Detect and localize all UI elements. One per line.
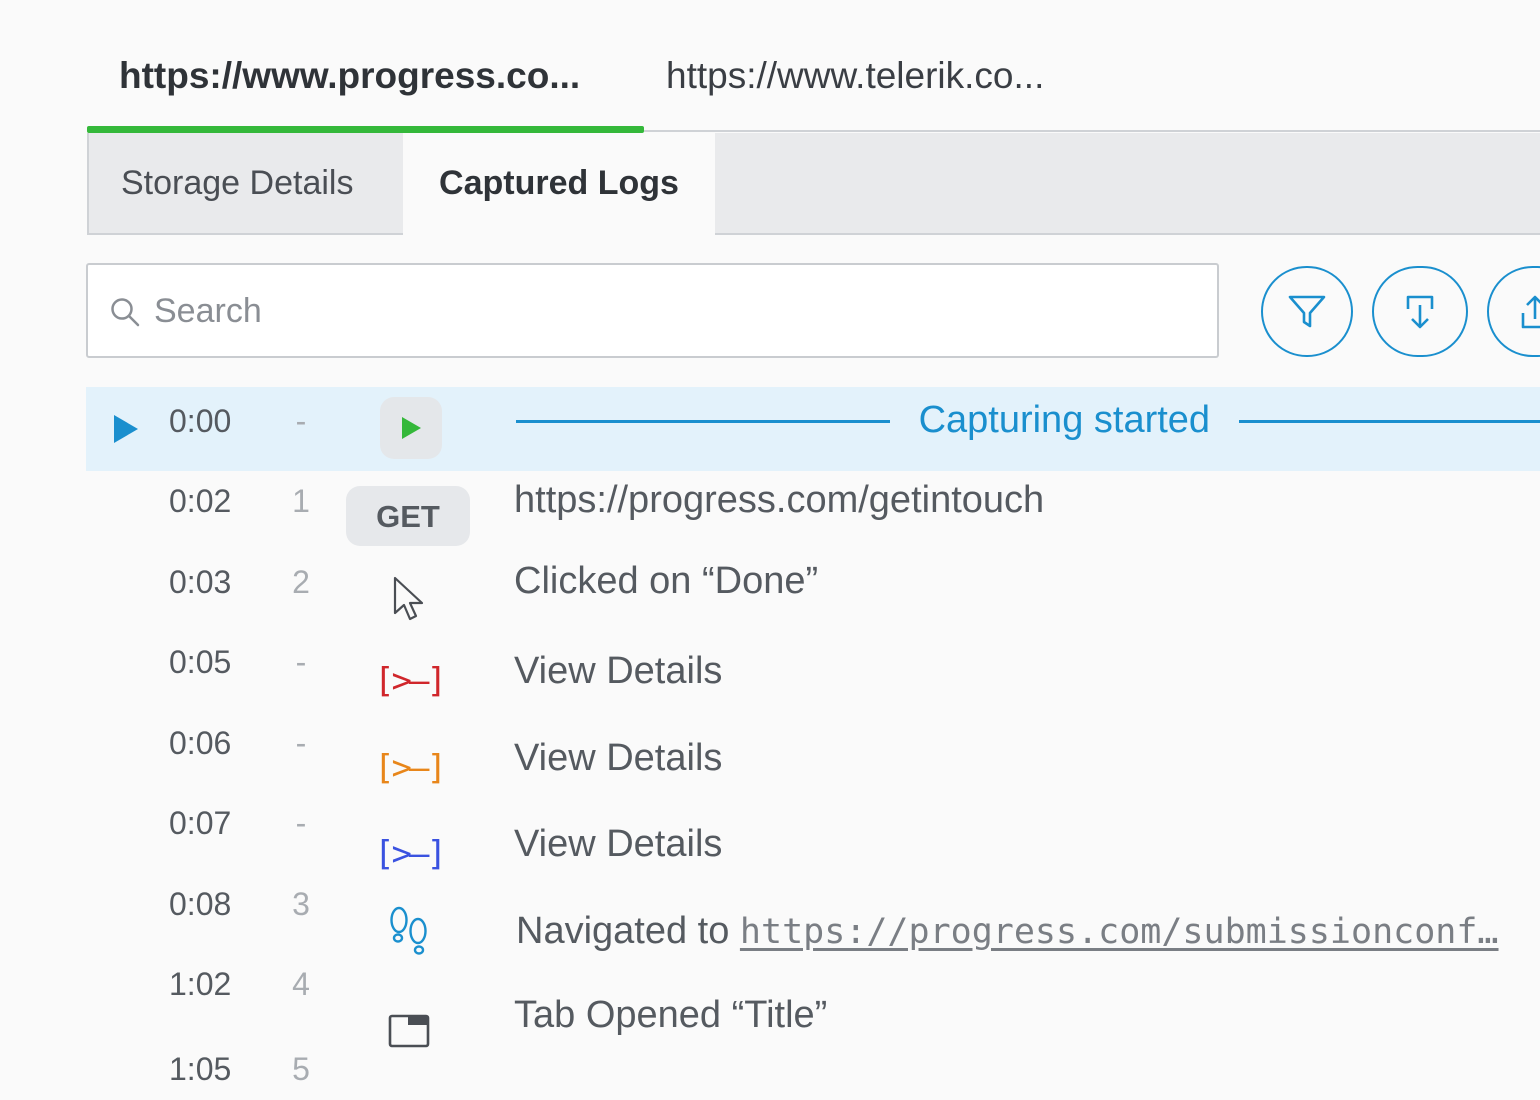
log-text: Navigated to — [516, 910, 740, 952]
log-text: Capturing started — [918, 399, 1211, 441]
log-row[interactable]: 0:03 2 Clicked on “Done” — [86, 548, 1540, 632]
log-time: 0:05 — [169, 644, 232, 680]
navigated-url-link[interactable]: https://progress.com/submissionconf… — [740, 912, 1499, 952]
log-text: View Details — [514, 823, 723, 865]
active-tab-indicator — [87, 126, 644, 133]
get-method-badge: GET — [346, 486, 470, 546]
divider-line-left — [516, 420, 890, 424]
log-step: - — [295, 725, 307, 761]
log-time: 0:07 — [169, 805, 232, 841]
log-step: - — [295, 403, 307, 439]
log-time: 0:00 — [169, 403, 232, 439]
divider-line-right — [1238, 420, 1540, 424]
log-icon-cell: GET — [346, 485, 470, 547]
log-text: Clicked on “Done” — [514, 560, 819, 602]
log-step: 4 — [292, 966, 310, 1002]
search-box[interactable] — [86, 263, 1219, 358]
panel-tabs: Storage Details Captured Logs — [87, 133, 1540, 235]
search-icon — [111, 298, 140, 327]
log-time: 0:02 — [169, 483, 232, 519]
log-icon-cell: [>–] — [374, 650, 447, 712]
log-step: 1 — [292, 483, 310, 519]
download-icon — [1406, 295, 1434, 328]
console-icon-red: [>–] — [374, 661, 447, 701]
navigation-log-text: Navigated to https://progress.com/submis… — [516, 910, 1499, 953]
console-icon-blue: [>–] — [374, 834, 447, 874]
log-row[interactable]: 0:07 - [>–] View Details — [86, 789, 1540, 874]
browser-tab-progress[interactable]: https://www.progress.co... — [119, 48, 580, 108]
log-row[interactable]: 0:05 - [>–] View Details — [86, 628, 1540, 712]
tab-storage-details[interactable]: Storage Details — [89, 133, 403, 233]
filter-icon — [1288, 295, 1326, 327]
filter-button[interactable] — [1261, 266, 1353, 357]
log-time: 1:02 — [169, 966, 232, 1002]
log-step: 2 — [292, 564, 310, 600]
console-icon-orange: [>–] — [374, 748, 447, 788]
log-step: 5 — [292, 1051, 310, 1087]
capture-start-banner: Capturing started — [516, 399, 1540, 442]
log-time: 0:08 — [169, 886, 232, 922]
log-row[interactable]: 0:08 3 Navigated to https://progress.com… — [86, 870, 1540, 955]
log-time: 1:05 — [169, 1051, 232, 1087]
app-frame: https://www.progress.co... https://www.t… — [0, 0, 1540, 1100]
log-row[interactable]: 0:06 - [>–] View Details — [86, 709, 1540, 793]
log-step: - — [295, 644, 307, 680]
cursor-icon — [393, 576, 424, 621]
upload-button[interactable] — [1487, 266, 1540, 357]
log-icon-cell — [380, 397, 442, 459]
log-step: 3 — [292, 886, 310, 922]
play-icon — [380, 397, 442, 459]
log-time: 0:03 — [169, 564, 232, 600]
upload-icon — [1521, 295, 1540, 328]
download-button[interactable] — [1372, 266, 1468, 357]
log-icon-cell — [378, 568, 440, 630]
current-position-icon — [114, 415, 138, 443]
log-text: https://progress.com/getintouch — [514, 479, 1045, 521]
log-time: 0:06 — [169, 725, 232, 761]
tab-divider — [644, 130, 1540, 132]
tab-captured-logs[interactable]: Captured Logs — [403, 133, 715, 235]
log-step: - — [295, 805, 307, 841]
log-row[interactable]: 0:02 1 GET https://progress.com/getintou… — [86, 467, 1540, 551]
log-row-capture-start[interactable]: 0:00 - Capturing started — [86, 387, 1540, 471]
log-text: View Details — [514, 650, 723, 692]
search-input[interactable] — [154, 283, 1194, 339]
log-row[interactable]: 1:02 4 Tab Opened “Title” — [86, 950, 1540, 1048]
browser-tab-telerik[interactable]: https://www.telerik.co... — [666, 48, 1044, 108]
log-row[interactable]: 1:05 5 — [86, 1031, 1540, 1100]
log-text: View Details — [514, 737, 723, 779]
